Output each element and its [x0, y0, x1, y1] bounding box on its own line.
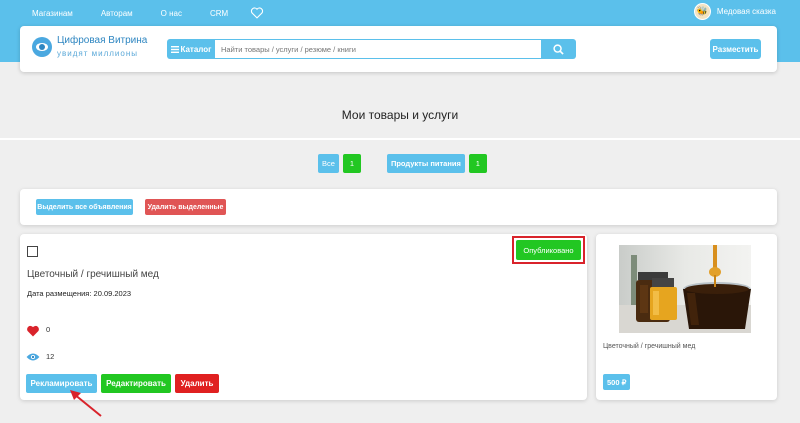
top-nav: Магазинам Авторам О нас CRM [32, 7, 264, 19]
status-highlight: Опубликовано [512, 236, 585, 264]
price-badge: 500 ₽ [603, 374, 631, 390]
bulk-actions-card: Выделить все объявления Удалить выделенн… [20, 189, 777, 225]
nav-about-link[interactable]: О нас [161, 9, 182, 18]
user-name[interactable]: Медовая сказка [717, 7, 776, 16]
select-all-button[interactable]: Выделить все объявления [36, 199, 133, 215]
logo-eye-icon [32, 36, 52, 57]
nav-authors-link[interactable]: Авторам [101, 9, 133, 18]
post-ad-button[interactable]: Разместить [710, 39, 761, 59]
delete-selected-button[interactable]: Удалить выделенные [145, 199, 226, 215]
delete-button[interactable]: Удалить [175, 374, 219, 393]
preview-card[interactable]: Цветочный / гречишный мед 500 ₽ [596, 234, 777, 400]
page-title: Мои товары и услуги [0, 92, 800, 140]
views-counter: 12 [26, 352, 54, 362]
edit-button[interactable]: Редактировать [101, 374, 171, 393]
likes-counter: 0 [26, 325, 50, 337]
catalog-label: Каталог [180, 44, 212, 54]
search-button[interactable] [541, 39, 576, 59]
favorites-heart-icon[interactable] [250, 7, 264, 19]
search-icon [553, 43, 564, 55]
likes-count: 0 [46, 325, 51, 334]
logo[interactable]: Цифровая Витрина увидят миллионы [32, 35, 147, 58]
item-checkbox[interactable] [27, 246, 38, 257]
product-photo[interactable] [619, 245, 751, 333]
header-card: Цифровая Витрина увидят миллионы Каталог… [20, 26, 777, 72]
catalog-button[interactable]: Каталог [167, 39, 215, 59]
item-date: Дата размещения: 20.09.2023 [27, 289, 132, 298]
views-count: 12 [46, 352, 55, 361]
filter-food-count: 1 [468, 154, 487, 173]
logo-title: Цифровая Витрина [57, 35, 148, 46]
logo-subtitle: увидят миллионы [57, 49, 138, 58]
annotation-arrow [70, 390, 102, 417]
filter-food[interactable]: Продукты питания [386, 154, 465, 173]
item-card: Опубликовано Цветочный / гречишный мед Д… [20, 234, 587, 400]
nav-shops-link[interactable]: Магазинам [32, 9, 73, 18]
search-input[interactable] [215, 39, 542, 59]
eye-icon [26, 353, 40, 361]
status-badge: Опубликовано [516, 240, 581, 260]
filter-all[interactable]: Все [318, 154, 339, 173]
nav-crm-link[interactable]: CRM [210, 9, 228, 18]
item-title[interactable]: Цветочный / гречишный мед [27, 269, 159, 280]
category-filters: Все 1 Продукты питания 1 [318, 154, 487, 173]
avatar[interactable]: 🐝 [693, 3, 711, 20]
heart-icon[interactable] [26, 325, 40, 337]
filter-all-count: 1 [342, 154, 361, 173]
user-menu[interactable]: 🐝 Медовая сказка [693, 3, 776, 20]
menu-icon [170, 45, 179, 53]
item-actions: Рекламировать Редактировать Удалить [26, 374, 219, 393]
preview-title[interactable]: Цветочный / гречишный мед [603, 343, 695, 350]
